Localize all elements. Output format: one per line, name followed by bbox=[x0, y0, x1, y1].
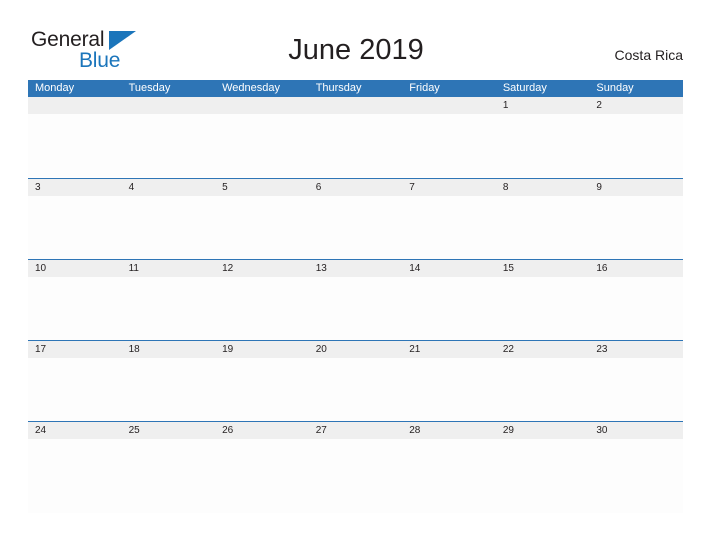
day-cell[interactable]: 12 bbox=[215, 260, 309, 277]
day-cell[interactable] bbox=[28, 97, 122, 114]
day-note-area[interactable] bbox=[215, 196, 309, 259]
weekday-thursday: Thursday bbox=[315, 82, 362, 94]
day-note-area[interactable] bbox=[28, 114, 122, 177]
day-note-area[interactable] bbox=[589, 196, 683, 259]
day-note-area[interactable] bbox=[215, 358, 309, 421]
week-body bbox=[28, 277, 683, 340]
day-cell[interactable]: 17 bbox=[28, 341, 122, 358]
day-note-area[interactable] bbox=[496, 196, 590, 259]
day-note-area[interactable] bbox=[122, 196, 216, 259]
week-body bbox=[28, 439, 683, 513]
weekday-friday: Friday bbox=[409, 82, 440, 94]
day-note-area[interactable] bbox=[309, 439, 403, 513]
day-note-area[interactable] bbox=[309, 358, 403, 421]
day-note-area[interactable] bbox=[215, 277, 309, 340]
page-header: General Blue June 2019 Costa Rica bbox=[0, 0, 712, 80]
day-cell[interactable]: 7 bbox=[402, 179, 496, 196]
week-body bbox=[28, 114, 683, 177]
day-cell[interactable] bbox=[402, 97, 496, 114]
day-note-area[interactable] bbox=[215, 114, 309, 177]
day-cell[interactable]: 8 bbox=[496, 179, 590, 196]
day-cell[interactable]: 5 bbox=[215, 179, 309, 196]
day-cell[interactable]: 23 bbox=[589, 341, 683, 358]
week-row: 10 11 12 13 14 15 16 bbox=[28, 259, 683, 340]
day-cell[interactable]: 24 bbox=[28, 422, 122, 439]
day-note-area[interactable] bbox=[402, 114, 496, 177]
day-note-area[interactable] bbox=[402, 439, 496, 513]
day-note-area[interactable] bbox=[496, 439, 590, 513]
day-cell[interactable]: 29 bbox=[496, 422, 590, 439]
day-cell[interactable]: 21 bbox=[402, 341, 496, 358]
day-note-area[interactable] bbox=[402, 358, 496, 421]
day-note-area[interactable] bbox=[589, 358, 683, 421]
day-cell[interactable]: 10 bbox=[28, 260, 122, 277]
day-cell[interactable]: 30 bbox=[589, 422, 683, 439]
day-note-area[interactable] bbox=[215, 439, 309, 513]
week-row: 17 18 19 20 21 22 23 bbox=[28, 340, 683, 421]
day-note-area[interactable] bbox=[402, 277, 496, 340]
day-note-area[interactable] bbox=[589, 439, 683, 513]
day-note-area[interactable] bbox=[122, 439, 216, 513]
calendar-grid: Monday Tuesday Wednesday Thursday Friday… bbox=[28, 80, 683, 513]
day-note-area[interactable] bbox=[28, 196, 122, 259]
day-cell[interactable]: 1 bbox=[496, 97, 590, 114]
day-note-area[interactable] bbox=[122, 277, 216, 340]
day-note-area[interactable] bbox=[122, 114, 216, 177]
page-title: June 2019 bbox=[288, 34, 424, 66]
day-note-area[interactable] bbox=[309, 114, 403, 177]
week-date-band: 17 18 19 20 21 22 23 bbox=[28, 340, 683, 358]
week-body bbox=[28, 196, 683, 259]
day-note-area[interactable] bbox=[309, 277, 403, 340]
day-cell[interactable] bbox=[215, 97, 309, 114]
week-row: 3 4 5 6 7 8 9 bbox=[28, 178, 683, 259]
week-date-band: 24 25 26 27 28 29 30 bbox=[28, 421, 683, 439]
day-cell[interactable]: 26 bbox=[215, 422, 309, 439]
day-cell[interactable]: 3 bbox=[28, 179, 122, 196]
day-cell[interactable]: 22 bbox=[496, 341, 590, 358]
weekday-header-row: Monday Tuesday Wednesday Thursday Friday… bbox=[28, 80, 683, 97]
day-cell[interactable]: 28 bbox=[402, 422, 496, 439]
weekday-tuesday: Tuesday bbox=[128, 82, 171, 94]
day-note-area[interactable] bbox=[309, 196, 403, 259]
day-cell[interactable]: 14 bbox=[402, 260, 496, 277]
week-row: 24 25 26 27 28 29 30 bbox=[28, 421, 683, 513]
day-cell[interactable]: 2 bbox=[589, 97, 683, 114]
day-cell[interactable]: 25 bbox=[122, 422, 216, 439]
day-cell[interactable]: 13 bbox=[309, 260, 403, 277]
day-note-area[interactable] bbox=[28, 277, 122, 340]
week-date-band: 1 2 bbox=[28, 97, 683, 114]
day-cell[interactable]: 20 bbox=[309, 341, 403, 358]
country-label: Costa Rica bbox=[614, 47, 683, 63]
day-note-area[interactable] bbox=[589, 114, 683, 177]
day-note-area[interactable] bbox=[402, 196, 496, 259]
day-note-area[interactable] bbox=[122, 358, 216, 421]
week-date-band: 3 4 5 6 7 8 9 bbox=[28, 178, 683, 196]
day-cell[interactable]: 9 bbox=[589, 179, 683, 196]
day-cell[interactable]: 19 bbox=[215, 341, 309, 358]
week-row: 1 2 bbox=[28, 97, 683, 178]
day-note-area[interactable] bbox=[28, 358, 122, 421]
day-cell[interactable]: 15 bbox=[496, 260, 590, 277]
day-note-area[interactable] bbox=[496, 358, 590, 421]
weekday-monday: Monday bbox=[35, 82, 75, 94]
weekday-sunday: Sunday bbox=[596, 82, 634, 94]
day-cell[interactable]: 27 bbox=[309, 422, 403, 439]
day-note-area[interactable] bbox=[496, 277, 590, 340]
day-cell[interactable]: 4 bbox=[122, 179, 216, 196]
day-cell[interactable] bbox=[122, 97, 216, 114]
week-date-band: 10 11 12 13 14 15 16 bbox=[28, 259, 683, 277]
day-cell[interactable]: 18 bbox=[122, 341, 216, 358]
day-note-area[interactable] bbox=[28, 439, 122, 513]
day-note-area[interactable] bbox=[496, 114, 590, 177]
weekday-saturday: Saturday bbox=[502, 82, 547, 94]
day-cell[interactable] bbox=[309, 97, 403, 114]
weekday-wednesday: Wednesday bbox=[222, 82, 281, 94]
day-cell[interactable]: 11 bbox=[122, 260, 216, 277]
day-cell[interactable]: 6 bbox=[309, 179, 403, 196]
day-note-area[interactable] bbox=[589, 277, 683, 340]
day-cell[interactable]: 16 bbox=[589, 260, 683, 277]
week-body bbox=[28, 358, 683, 421]
